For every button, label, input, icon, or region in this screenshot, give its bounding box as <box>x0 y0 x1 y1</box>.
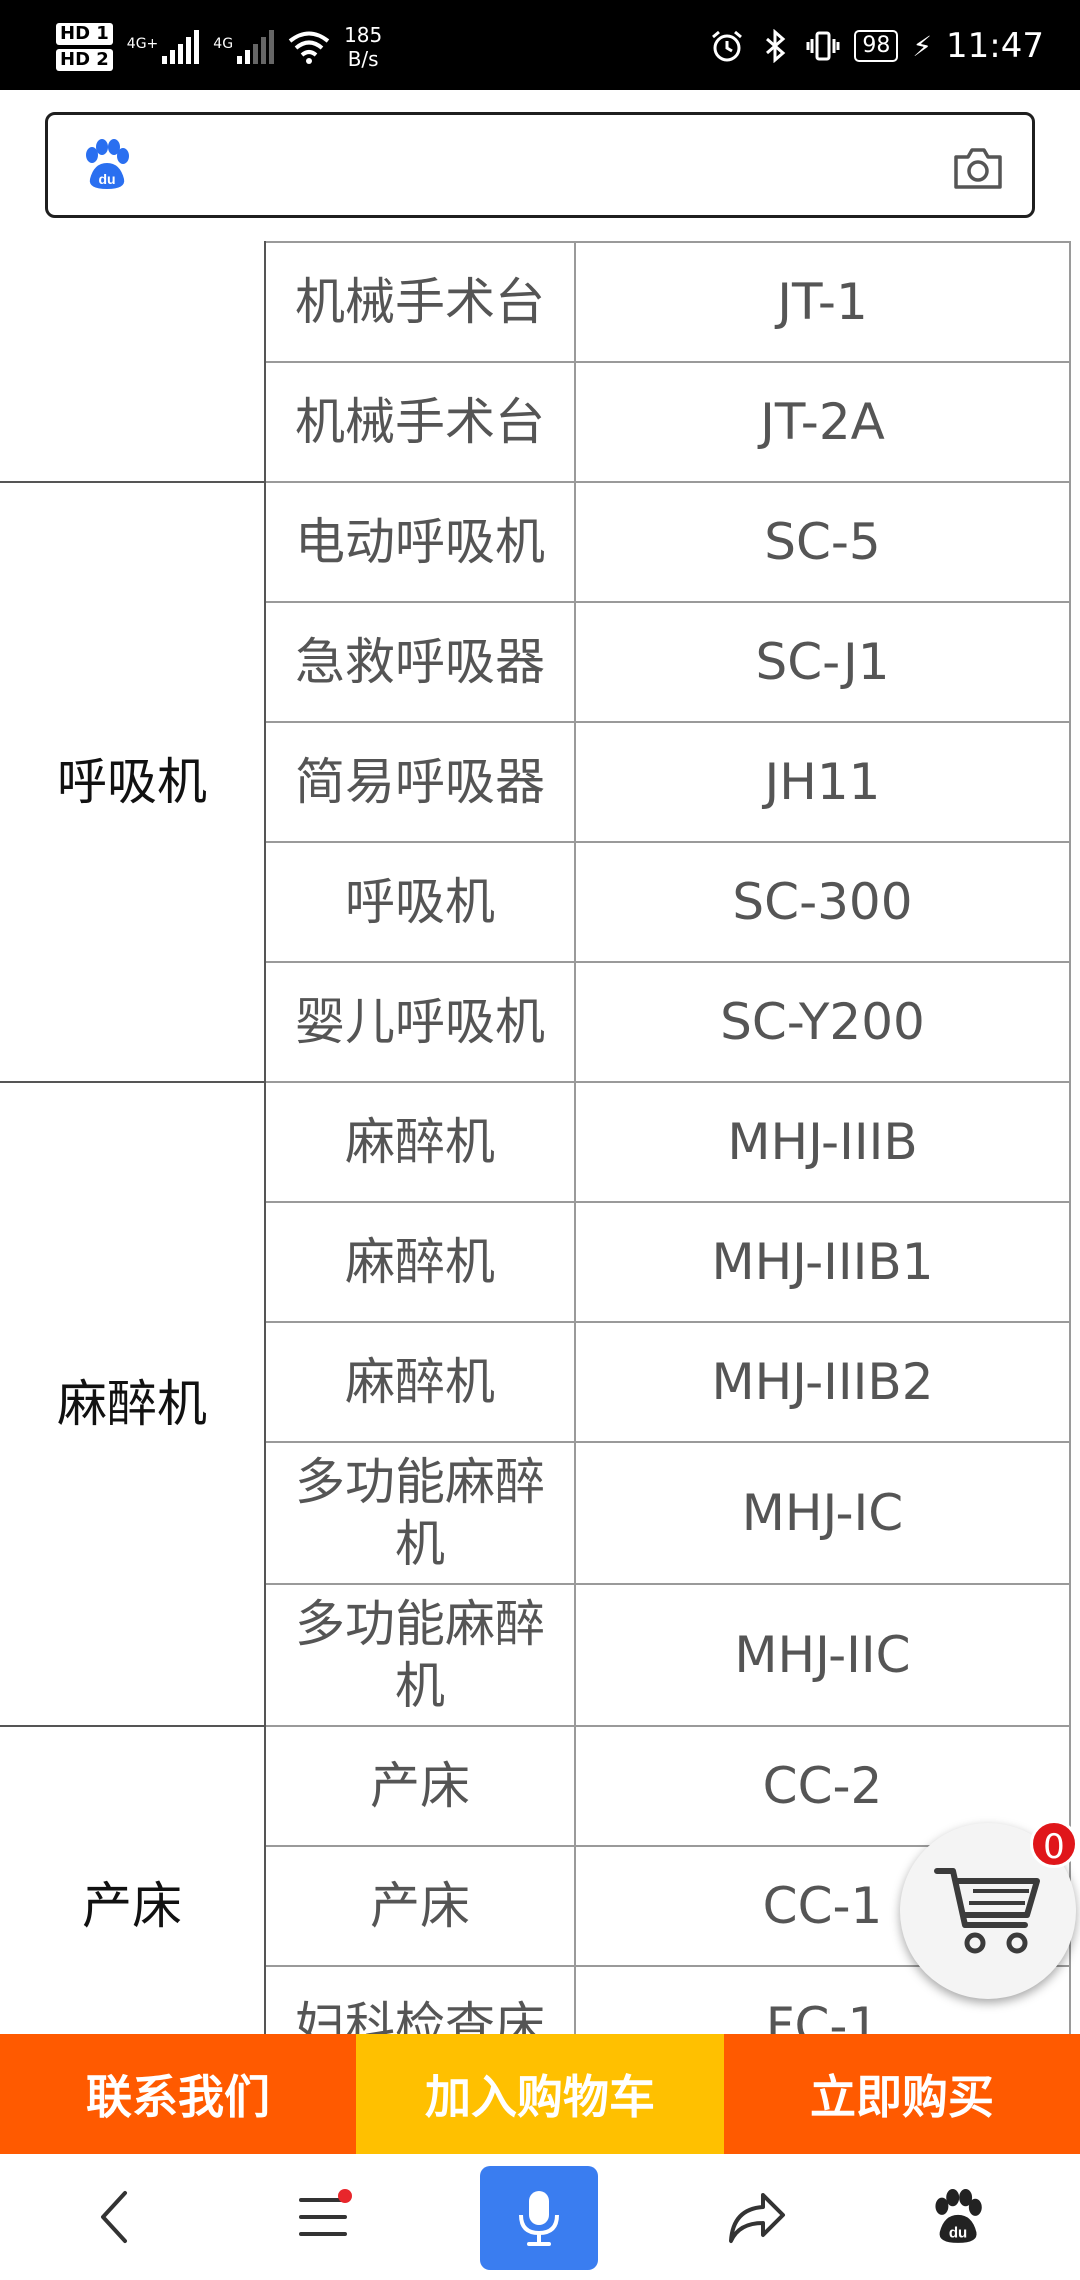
menu-button[interactable] <box>268 2154 378 2280</box>
signal-bars-2-icon <box>237 30 275 64</box>
signal-2: 4G <box>213 30 275 64</box>
notification-dot <box>338 2189 352 2203</box>
microphone-icon <box>519 2191 559 2246</box>
camera-icon[interactable] <box>952 145 1004 191</box>
buy-now-button[interactable]: 立即购买 <box>724 2034 1080 2154</box>
category-cell: 麻醉机 <box>0 1081 266 1727</box>
clock: 11:47 <box>946 26 1044 66</box>
status-right: 98 ⚡ 11:47 <box>710 18 1044 74</box>
browser-nav-bar: du <box>0 2154 1080 2280</box>
product-model-cell: SC-J1 <box>574 601 1071 723</box>
product-name-cell: 电动呼吸机 <box>264 481 576 603</box>
product-name-cell: 呼吸机 <box>264 841 576 963</box>
product-model-cell: JT-1 <box>574 241 1071 363</box>
product-name-cell: 麻醉机 <box>264 1201 576 1323</box>
voice-search-button[interactable] <box>480 2166 598 2270</box>
baidu-home-button[interactable]: du <box>902 2154 1012 2280</box>
svg-text:du: du <box>98 171 115 187</box>
product-model-cell: MHJ-IIC <box>574 1583 1071 1727</box>
speed-unit: B/s <box>347 47 379 71</box>
product-table: 机械手术台 JT-1 机械手术台 JT-2A 呼吸机 电动呼吸机 SC-5 急救… <box>0 241 1071 2034</box>
shopping-cart-icon <box>934 1868 1040 1954</box>
signal-1: 4G+ <box>127 30 200 64</box>
product-name-cell: 多功能麻醉机 <box>264 1583 576 1727</box>
table-row: 呼吸机 电动呼吸机 SC-5 <box>0 481 1071 1083</box>
product-name-cell: 急救呼吸器 <box>264 601 576 723</box>
product-model-cell: SC-5 <box>574 481 1071 603</box>
product-name-cell: 婴儿呼吸机 <box>264 961 576 1083</box>
status-bar: HD 1 HD 2 4G+ 4G 185 B/s 98 ⚡ 11:47 <box>0 0 1080 90</box>
back-button[interactable] <box>60 2154 170 2280</box>
baidu-paw-icon: du <box>935 2189 982 2243</box>
product-name-cell: 多功能麻醉机 <box>264 1441 576 1585</box>
share-icon <box>729 2193 785 2243</box>
product-model-cell: MHJ-IIIB1 <box>574 1201 1071 1323</box>
category-cell: 呼吸机 <box>0 481 266 1083</box>
product-model-cell: SC-300 <box>574 841 1071 963</box>
share-button[interactable] <box>702 2154 812 2280</box>
table-row: 麻醉机 麻醉机 MHJ-IIIB <box>0 1081 1071 1727</box>
hd-2-label: HD 2 <box>56 49 113 71</box>
baidu-paw-icon: du <box>86 139 129 189</box>
wifi-icon <box>288 31 330 64</box>
product-model-cell: MHJ-IIIB <box>574 1081 1071 1203</box>
status-left: HD 1 HD 2 4G+ 4G 185 B/s <box>56 12 382 82</box>
charging-icon: ⚡ <box>912 29 933 63</box>
contact-us-button[interactable]: 联系我们 <box>0 2034 356 2154</box>
product-name-cell: 麻醉机 <box>264 1081 576 1203</box>
back-icon <box>101 2191 127 2243</box>
product-name-cell: 机械手术台 <box>264 241 576 363</box>
product-name-cell: 麻醉机 <box>264 1321 576 1443</box>
hd-1-label: HD 1 <box>56 23 113 45</box>
product-name-cell: 机械手术台 <box>264 361 576 483</box>
product-name-cell: 产床 <box>264 1725 576 1847</box>
network-speed: 185 B/s <box>344 23 382 71</box>
product-model-cell: JH11 <box>574 721 1071 843</box>
battery-level: 98 <box>854 30 899 62</box>
product-name-cell: 妇科检查床 <box>264 1965 576 2034</box>
product-table-container[interactable]: 机械手术台 JT-1 机械手术台 JT-2A 呼吸机 电动呼吸机 SC-5 急救… <box>0 234 1080 2034</box>
bottom-action-bar: 联系我们 加入购物车 立即购买 <box>0 2034 1080 2154</box>
vibrate-icon <box>806 31 840 61</box>
alarm-icon <box>712 30 743 62</box>
product-name-cell: 简易呼吸器 <box>264 721 576 843</box>
table-row: 产床 产床 CC-2 <box>0 1725 1071 2034</box>
network-type-2: 4G <box>213 36 234 52</box>
product-model-cell: MHJ-IC <box>574 1441 1071 1585</box>
category-cell <box>0 242 266 483</box>
product-name-cell: 产床 <box>264 1845 576 1967</box>
product-model-cell: MHJ-IIIB2 <box>574 1321 1071 1443</box>
cart-count-badge: 0 <box>1030 1820 1078 1868</box>
table-row: 机械手术台 JT-1 <box>0 241 1071 483</box>
search-bar[interactable]: du <box>45 112 1035 218</box>
add-to-cart-button[interactable]: 加入购物车 <box>356 2034 724 2154</box>
signal-bars-1-icon <box>162 30 200 64</box>
product-model-cell: JT-2A <box>574 361 1071 483</box>
category-cell: 产床 <box>0 1725 266 2034</box>
speed-value: 185 <box>344 23 383 47</box>
hd-indicators: HD 1 HD 2 <box>56 23 113 71</box>
network-type-1: 4G+ <box>126 36 159 52</box>
product-model-cell: SC-Y200 <box>574 961 1071 1083</box>
bluetooth-icon <box>766 29 786 63</box>
svg-text:du: du <box>949 2224 967 2241</box>
